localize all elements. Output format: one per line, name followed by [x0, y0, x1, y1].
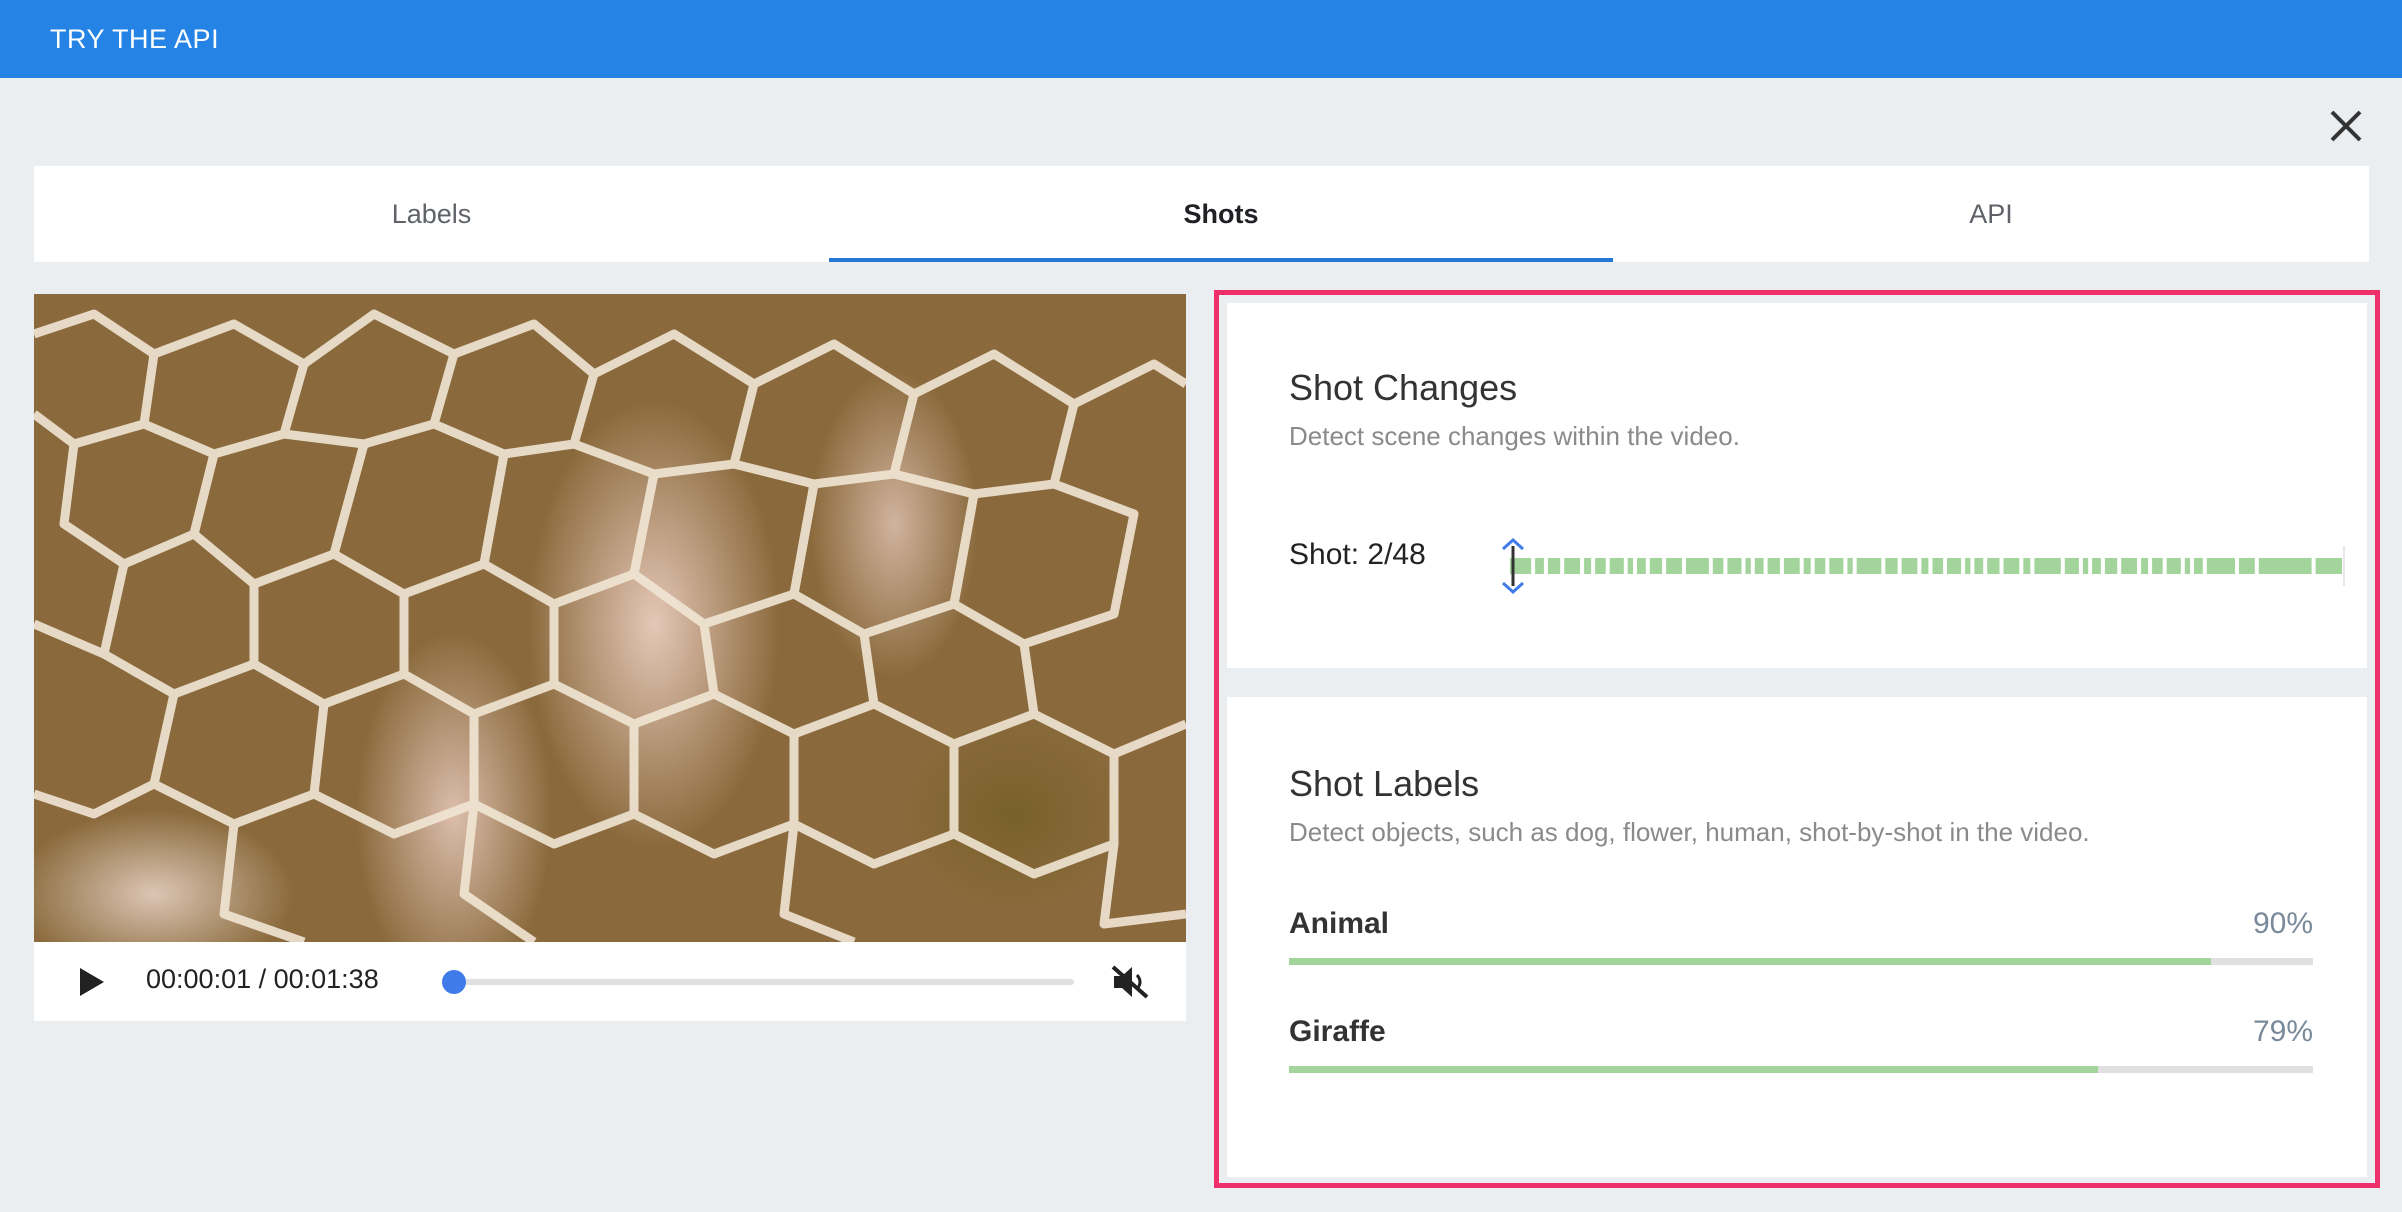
shot-segment[interactable]	[2194, 558, 2203, 574]
shot-segment[interactable]	[1965, 558, 1971, 574]
tab-api[interactable]: API	[1613, 166, 2369, 262]
shot-segment[interactable]	[2121, 558, 2137, 574]
shot-changes-title: Shot Changes	[1289, 367, 1518, 408]
shot-segment[interactable]	[1767, 558, 1780, 574]
seek-handle[interactable]	[442, 970, 467, 994]
shot-segment[interactable]	[1921, 558, 1929, 574]
shot-segment[interactable]	[1637, 558, 1646, 574]
shot-segment[interactable]	[1686, 558, 1709, 574]
results-panel: Shot Changes Detect scene changes within…	[1214, 290, 2380, 1188]
shot-segment[interactable]	[1885, 558, 1898, 574]
shot-segment[interactable]	[1627, 558, 1633, 574]
shot-segment[interactable]	[1856, 558, 1882, 574]
tab-bar: Labels Shots API	[34, 166, 2369, 262]
shot-timeline[interactable]	[1496, 538, 2351, 594]
shot-segment[interactable]	[1666, 558, 1682, 574]
shot-segment[interactable]	[2104, 558, 2118, 574]
confidence-bar-fill	[1289, 958, 2211, 965]
shot-labels-title: Shot Labels	[1289, 763, 1480, 804]
shot-segment[interactable]	[1727, 558, 1742, 574]
confidence-bar	[1289, 958, 2313, 965]
shot-segment[interactable]	[1564, 558, 1580, 574]
shot-segment[interactable]	[1783, 558, 1800, 574]
shot-segment[interactable]	[1745, 558, 1751, 574]
shot-segment[interactable]	[2092, 558, 2101, 574]
muted-volume-icon[interactable]	[1110, 964, 1150, 1000]
shot-segment[interactable]	[2023, 558, 2031, 574]
shot-segment[interactable]	[1901, 558, 1918, 574]
tab-api-label: API	[1969, 198, 2013, 229]
seek-bar[interactable]	[448, 979, 1074, 985]
shot-segment[interactable]	[2064, 558, 2079, 574]
tab-labels-label: Labels	[391, 198, 472, 229]
shot-segment[interactable]	[2206, 558, 2235, 574]
shot-labels-description: Detect objects, such as dog, flower, hum…	[1289, 817, 2090, 847]
label-percent: 90%	[2252, 907, 2313, 940]
shot-segment[interactable]	[1754, 558, 1764, 574]
play-icon[interactable]	[76, 966, 106, 998]
shot-segment[interactable]	[1847, 558, 1853, 574]
shot-segment[interactable]	[2034, 558, 2061, 574]
app-title: TRY THE API	[50, 23, 220, 54]
shot-segment[interactable]	[2166, 558, 2181, 574]
giraffe-pattern-image	[34, 309, 1186, 942]
shot-segment[interactable]	[1712, 558, 1724, 574]
video-frame[interactable]	[34, 294, 1186, 942]
shot-segment[interactable]	[1974, 558, 1984, 574]
shot-segment[interactable]	[1814, 558, 1826, 574]
shot-segment[interactable]	[2258, 558, 2312, 574]
shot-segment[interactable]	[2184, 558, 2191, 574]
shot-segment[interactable]	[1595, 558, 1606, 574]
shot-segment[interactable]	[1803, 558, 1811, 574]
close-icon[interactable]	[2324, 104, 2368, 148]
tab-shots[interactable]: Shots	[829, 166, 1613, 262]
tab-labels[interactable]: Labels	[34, 166, 829, 262]
shot-segment[interactable]	[2141, 558, 2149, 574]
shot-segment[interactable]	[1947, 558, 1962, 574]
player-controls: 00:00:01 / 00:01:38	[34, 942, 1186, 1021]
label-name: Giraffe	[1289, 1015, 1386, 1048]
shot-segment[interactable]	[2239, 558, 2255, 574]
shot-segment[interactable]	[2315, 558, 2342, 574]
shot-segment[interactable]	[1535, 558, 1544, 574]
shot-changes-section: Shot Changes Detect scene changes within…	[1227, 303, 2367, 668]
shot-counter: Shot: 2/48	[1289, 538, 1426, 571]
shot-labels-section: Shot Labels Detect objects, such as dog,…	[1227, 697, 2367, 1177]
shot-segment[interactable]	[1987, 558, 2000, 574]
shot-segment[interactable]	[2082, 558, 2089, 574]
time-display: 00:00:01 / 00:01:38	[146, 964, 379, 994]
shot-segment[interactable]	[2152, 558, 2163, 574]
tab-shots-label: Shots	[1183, 198, 1259, 229]
confidence-bar	[1289, 1066, 2313, 1073]
shot-changes-description: Detect scene changes within the video.	[1289, 421, 1740, 451]
shot-segment[interactable]	[1584, 558, 1592, 574]
video-player: 00:00:01 / 00:01:38	[34, 294, 1186, 1021]
shot-segment[interactable]	[2003, 558, 2020, 574]
shot-segment[interactable]	[1932, 558, 1944, 574]
shot-segment[interactable]	[1649, 558, 1663, 574]
shot-segment[interactable]	[1609, 558, 1624, 574]
label-percent: 79%	[2252, 1015, 2313, 1048]
top-bar: TRY THE API	[0, 0, 2402, 78]
label-name: Animal	[1289, 907, 1390, 940]
shot-segment[interactable]	[1829, 558, 1844, 574]
confidence-bar-fill	[1289, 1066, 2098, 1073]
shot-segment[interactable]	[1547, 558, 1561, 574]
